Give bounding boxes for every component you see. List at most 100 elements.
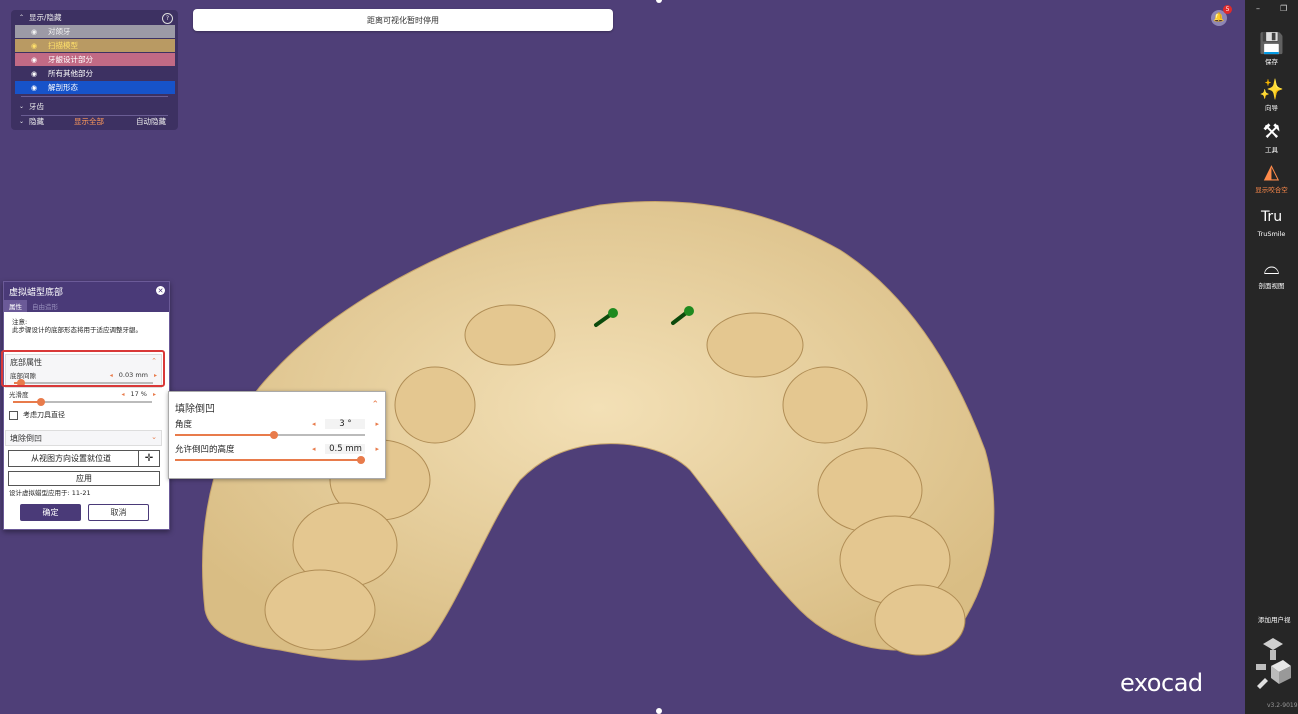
- undercut-title: 填除倒凹: [175, 404, 215, 415]
- dental-model[interactable]: [0, 0, 1245, 714]
- right-toolbar: – ❐ 💾 保存 ✨ 向导 ⚒ 工具 ◭ 显示咬合空 Tru TruSmile ⌓ 剖面视图: [1245, 0, 1298, 714]
- dialog-title-bar: 虚拟蜡型底部 ✕: [4, 282, 169, 300]
- handle-bottom[interactable]: [656, 708, 662, 714]
- undercut-height-row: 允许倒凹的高度 ◂ 0.5 mm ▸: [169, 442, 385, 456]
- visibility-item[interactable]: › ◉ 解剖形态: [15, 81, 175, 94]
- notification-badge: 5: [1223, 5, 1232, 14]
- crosshair-icon[interactable]: ✛: [138, 451, 159, 466]
- decrement-arrow-icon[interactable]: ◂: [312, 420, 316, 428]
- decrement-arrow-icon[interactable]: ◂: [121, 391, 124, 398]
- increment-arrow-icon[interactable]: ▸: [153, 391, 156, 398]
- chevron-down-icon: ⌄: [19, 102, 25, 110]
- chevron-up-icon: ⌃: [19, 14, 25, 21]
- fill-undercut-label: 填除倒凹: [10, 434, 42, 443]
- increment-arrow-icon[interactable]: ▸: [375, 420, 379, 428]
- 3d-viewport[interactable]: [0, 0, 1245, 714]
- note-body: 此步骤设计的底部形态将用于适应调整牙龈。: [12, 326, 142, 334]
- chevron-right-icon[interactable]: ›: [32, 83, 36, 93]
- toolbar-item[interactable]: 💾 保存: [1245, 32, 1298, 66]
- view-cube[interactable]: [1253, 636, 1293, 692]
- toolbar-item[interactable]: Tru TruSmile: [1245, 206, 1298, 238]
- undercut-header[interactable]: 填除倒凹 ⌃: [169, 392, 385, 417]
- ok-button[interactable]: 确定: [20, 504, 81, 521]
- tool-diameter-checkbox[interactable]: [9, 410, 18, 420]
- toolbar-item[interactable]: ◭ 显示咬合空: [1245, 160, 1298, 194]
- applied-to-text: 设计虚拟蜡型应用于: 11-21: [9, 489, 91, 497]
- view-cube-icon[interactable]: [1253, 636, 1293, 692]
- set-insertion-label: 从视图方向设置就位道: [31, 454, 111, 463]
- undercut-height-value[interactable]: 0.5 mm: [325, 444, 366, 454]
- toolbar-item-icon: ◭: [1263, 159, 1280, 183]
- fill-undercut-header[interactable]: 填除倒凹 ⌄: [6, 431, 161, 446]
- visibility-item-label: 扫描模型: [48, 41, 78, 50]
- angle-value[interactable]: 3 °: [325, 419, 366, 429]
- tab-properties[interactable]: 属性: [4, 300, 27, 312]
- hide-toggle[interactable]: 隐藏: [29, 116, 44, 127]
- angle-slider[interactable]: [175, 431, 365, 439]
- toolbar-item[interactable]: ✨ 向导: [1245, 78, 1298, 112]
- visibility-item[interactable]: ◉ 所有其他部分: [15, 67, 175, 80]
- tool-diameter-label: 考虑刀具直径: [23, 411, 65, 419]
- smoothness-value[interactable]: 17 %: [130, 390, 147, 398]
- undercut-height-label: 允许倒凹的高度: [175, 445, 235, 455]
- smoothness-slider[interactable]: [13, 398, 152, 406]
- version-label: v3.2-9019: [1267, 702, 1298, 709]
- increment-arrow-icon[interactable]: ▸: [375, 445, 379, 453]
- visibility-header-label: 显示/隐藏: [29, 13, 62, 22]
- toolbar-item[interactable]: ⚒ 工具: [1245, 120, 1298, 154]
- teeth-section[interactable]: ⌄ 牙齿: [11, 99, 178, 113]
- divider: [21, 96, 168, 97]
- visibility-header[interactable]: ⌃ 显示/隐藏: [11, 10, 178, 25]
- add-user-view-button[interactable]: 添加用户视: [1258, 614, 1298, 624]
- toolbar-item-icon: ⚒: [1262, 119, 1281, 143]
- apply-button[interactable]: 应用: [8, 471, 160, 486]
- visibility-item-label: 所有其他部分: [48, 69, 93, 78]
- slider-fill: [175, 434, 274, 436]
- status-message: 距离可视化暂时停用: [193, 9, 613, 31]
- chevron-down-icon: ⌄: [19, 118, 25, 125]
- slider-knob[interactable]: [357, 456, 366, 464]
- toolbar-item-label: 向导: [1265, 104, 1278, 112]
- angle-label: 角度: [175, 420, 193, 430]
- fill-undercut-popup: 填除倒凹 ⌃ 角度 ◂ 3 ° ▸ 允许倒凹的高度 ◂ 0.5 mm ▸: [168, 391, 386, 479]
- toolbar-item-icon: Tru: [1260, 209, 1283, 225]
- close-icon[interactable]: ✕: [156, 286, 165, 295]
- fill-undercut-section[interactable]: 填除倒凹 ⌄: [5, 430, 162, 446]
- visibility-item-label: 对颌牙: [48, 27, 71, 36]
- visibility-item[interactable]: ◉ 牙龈设计部分: [15, 53, 175, 66]
- toolbar-item-label: 剖面视图: [1258, 282, 1285, 290]
- visibility-item-label: 解剖形态: [48, 83, 78, 92]
- restore-button[interactable]: ❐: [1280, 4, 1287, 13]
- toolbar-item-label: 保存: [1265, 58, 1278, 66]
- smoothness-label: 光滑度: [9, 391, 29, 399]
- toolbar-item[interactable]: ⌓ 剖面视图: [1245, 256, 1298, 290]
- tab-free-form[interactable]: 自由造形: [27, 300, 63, 312]
- decrement-arrow-icon[interactable]: ◂: [312, 445, 316, 453]
- angle-row: 角度 ◂ 3 ° ▸: [169, 417, 385, 431]
- notification-bell-icon[interactable]: 🔔 5: [1211, 5, 1232, 26]
- help-icon[interactable]: ?: [162, 13, 173, 24]
- set-insertion-button[interactable]: 从视图方向设置就位道 ✛: [8, 450, 160, 467]
- teeth-section-label: 牙齿: [29, 101, 45, 111]
- dialog-tabs: 属性 自由造形: [4, 300, 169, 312]
- exocad-logo: exocad: [1120, 669, 1203, 697]
- visibility-item[interactable]: ◉ 对颌牙: [15, 25, 175, 38]
- note: 注意: 此步骤设计的底部形态将用于适应调整牙龈。: [4, 312, 169, 334]
- eye-icon[interactable]: ◉: [31, 56, 43, 64]
- undercut-height-slider[interactable]: [175, 456, 366, 464]
- apply-label: 应用: [76, 474, 92, 483]
- slider-knob[interactable]: [36, 398, 45, 406]
- eye-icon[interactable]: ◉: [31, 28, 43, 36]
- visibility-item[interactable]: ◉ 扫描模型: [15, 39, 175, 52]
- minimize-button[interactable]: –: [1256, 4, 1260, 13]
- visibility-item-label: 牙龈设计部分: [48, 55, 93, 64]
- slider-fill: [175, 459, 362, 461]
- tool-diameter-option[interactable]: 考虑刀具直径: [9, 410, 65, 420]
- note-title: 注意:: [12, 318, 28, 326]
- slider-knob[interactable]: [269, 431, 278, 439]
- eye-icon[interactable]: ◉: [31, 70, 43, 78]
- show-all-button[interactable]: 显示全部: [74, 116, 104, 127]
- cancel-button[interactable]: 取消: [88, 504, 149, 521]
- eye-icon[interactable]: ◉: [31, 42, 43, 50]
- auto-hide-button[interactable]: 自动隐藏: [136, 116, 166, 127]
